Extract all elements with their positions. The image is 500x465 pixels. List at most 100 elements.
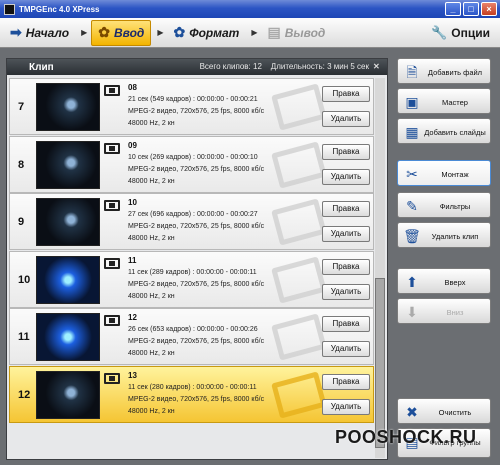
clip-thumbnail xyxy=(36,313,100,361)
clip-audio-info: 48000 Hz, 2 кн xyxy=(128,177,175,185)
clip-video-info: MPEG-2 видео, 720x576, 25 fps, 8000 кб/с xyxy=(128,338,265,345)
montage-button[interactable]: ✂ Монтаж xyxy=(397,160,491,186)
clip-row[interactable]: 10 11 11 сек (289 кадров) : 00:00:00 - 0… xyxy=(9,250,374,308)
clip-duration: 10 сек (269 кадров) : 00:00:00 - 00:00:1… xyxy=(128,153,258,161)
edit-button[interactable]: Правка xyxy=(322,86,370,102)
clip-index: 7 xyxy=(18,101,25,113)
clip-thumbnail xyxy=(36,198,100,246)
step-format[interactable]: ✿ Формат xyxy=(168,20,246,46)
film-reel-icon: ✿ xyxy=(98,24,110,40)
maximize-button[interactable]: □ xyxy=(463,2,479,16)
options-button[interactable]: 🔧 Опции xyxy=(425,20,496,46)
film-watermark-icon xyxy=(271,313,327,361)
clip-video-info: MPEG-2 видео, 720x576, 25 fps, 8000 кб/с xyxy=(128,280,265,288)
clip-video-info: MPEG-2 видео, 720x576, 25 fps, 8000 кб/с xyxy=(128,223,265,230)
clip-video-info: MPEG-2 видео, 720x576, 25 fps, 8000 кб/с xyxy=(128,108,265,115)
move-down-button[interactable]: ⬇ Вниз xyxy=(397,298,491,324)
clip-rows: 7 08 21 сек (549 кадров) : 00:00:00 - 00… xyxy=(9,78,374,423)
clip-index: 11 xyxy=(18,331,30,343)
clip-duration: 11 сек (289 кадров) : 00:00:00 - 00:00:1… xyxy=(128,268,257,276)
film-icon xyxy=(104,200,120,211)
move-up-button[interactable]: ⬆ Вверх xyxy=(397,268,491,294)
clip-row[interactable]: 9 10 27 сек (696 кадров) : 00:00:00 - 00… xyxy=(9,193,374,250)
clip-duration: 11 сек (280 кадров) : 00:00:00 - 00:00:1… xyxy=(128,383,257,391)
wizard-icon: ▣ xyxy=(405,94,419,110)
clip-name: 10 xyxy=(128,198,137,207)
clip-audio-info: 48000 Hz, 2 кн xyxy=(128,350,175,357)
clip-duration: 27 сек (696 кадров) : 00:00:00 - 00:00:2… xyxy=(128,211,258,218)
film-icon xyxy=(104,85,120,96)
clear-icon: ✖ xyxy=(406,404,418,420)
filter-edit-icon: ✎ xyxy=(406,198,418,214)
clip-row-selected[interactable]: 12 13 11 сек (280 кадров) : 00:00:00 - 0… xyxy=(9,365,374,423)
film-reel-icon: ✿ xyxy=(173,24,186,40)
clip-row[interactable]: 8 09 10 сек (269 кадров) : 00:00:00 - 00… xyxy=(9,135,374,193)
delete-clip-button[interactable]: 🗑 Удалить клип xyxy=(397,222,491,248)
panel-close-icon[interactable]: ✕ xyxy=(373,62,383,72)
clip-thumbnail xyxy=(36,255,100,304)
clip-index: 9 xyxy=(18,216,25,228)
clip-index: 8 xyxy=(18,158,25,171)
film-watermark-icon xyxy=(271,140,327,189)
delete-button[interactable]: Удалить xyxy=(322,111,370,127)
trash-icon: 🗑 xyxy=(403,228,421,244)
film-strip-icon: ▤ xyxy=(267,24,281,40)
edit-button[interactable]: Правка xyxy=(322,258,370,275)
clip-index: 12 xyxy=(18,388,31,401)
filters-button[interactable]: ✎ Фильтры xyxy=(397,192,491,218)
clip-stats: Всего клипов: 12 Длительность: 3 мин 5 с… xyxy=(199,62,369,71)
clip-row[interactable]: 7 08 21 сек (549 кадров) : 00:00:00 - 00… xyxy=(9,78,374,135)
clip-audio-info: 48000 Hz, 2 кн xyxy=(128,120,175,127)
window-titlebar: TMPGEnc 4.0 XPress _ □ × xyxy=(0,0,500,18)
step-separator-icon: ▶ xyxy=(251,28,258,37)
edit-button[interactable]: Правка xyxy=(322,316,370,332)
film-icon xyxy=(104,315,120,326)
clear-button[interactable]: ✖ Очистить xyxy=(397,398,491,424)
step-start[interactable]: ➡ Начало xyxy=(4,20,75,46)
film-icon xyxy=(104,257,120,269)
film-watermark-icon xyxy=(271,83,327,131)
arrow-right-icon: ➡ xyxy=(10,24,22,40)
minimize-button[interactable]: _ xyxy=(445,2,461,16)
film-icon xyxy=(104,142,120,154)
clip-row[interactable]: 11 12 26 сек (653 кадров) : 00:00:00 - 0… xyxy=(9,308,374,365)
step-input[interactable]: ✿ Ввод xyxy=(91,19,152,46)
edit-button[interactable]: Правка xyxy=(322,373,370,390)
film-icon xyxy=(104,372,120,384)
wrench-icon: 🔧 xyxy=(431,25,448,40)
vertical-scrollbar[interactable] xyxy=(375,78,385,458)
clip-duration: 26 сек (653 кадров) : 00:00:00 - 00:00:2… xyxy=(128,326,258,333)
edit-button[interactable]: Правка xyxy=(322,201,370,217)
add-slides-button[interactable]: ▦ Добавить слайды xyxy=(397,118,491,144)
scrollbar-thumb[interactable] xyxy=(375,278,385,448)
panel-title: Клип xyxy=(29,61,54,73)
window-title: TMPGEnc 4.0 XPress xyxy=(19,4,100,14)
step-output[interactable]: ▤ Вывод xyxy=(261,20,331,46)
watermark-text: POOSHOCK.RU xyxy=(335,427,477,447)
clip-audio-info: 48000 Hz, 2 кн xyxy=(128,407,175,415)
clip-index: 10 xyxy=(18,273,31,286)
delete-button[interactable]: Удалить xyxy=(322,341,370,357)
clip-list-panel: Клип Всего клипов: 12 Длительность: 3 ми… xyxy=(6,58,388,460)
close-button[interactable]: × xyxy=(481,2,497,16)
wizard-button[interactable]: ▣ Мастер xyxy=(397,88,491,114)
delete-button[interactable]: Удалить xyxy=(322,283,370,300)
delete-button[interactable]: Удалить xyxy=(322,168,370,185)
clip-thumbnail xyxy=(36,370,100,419)
step-separator-icon: ▶ xyxy=(157,28,164,37)
scissors-icon: ✂ xyxy=(406,166,418,182)
add-file-icon: 🗎 xyxy=(406,64,418,80)
clip-duration: 21 сек (549 кадров) : 00:00:00 - 00:00:2… xyxy=(128,96,258,103)
clip-name: 08 xyxy=(128,83,137,92)
add-file-button[interactable]: 🗎 Добавить файл xyxy=(397,58,491,84)
clip-name: 13 xyxy=(128,370,137,380)
clip-video-info: MPEG-2 видео, 720x576, 25 fps, 8000 кб/с xyxy=(128,165,265,173)
clip-video-info: MPEG-2 видео, 720x576, 25 fps, 8000 кб/с xyxy=(128,395,265,403)
edit-button[interactable]: Правка xyxy=(322,143,370,160)
delete-button[interactable]: Удалить xyxy=(322,226,370,242)
panel-header: Клип Всего клипов: 12 Длительность: 3 ми… xyxy=(7,59,387,75)
clip-audio-info: 48000 Hz, 2 кн xyxy=(128,292,175,300)
delete-button[interactable]: Удалить xyxy=(322,398,370,415)
film-watermark-icon xyxy=(271,198,327,246)
step-separator-icon: ▶ xyxy=(81,28,88,37)
